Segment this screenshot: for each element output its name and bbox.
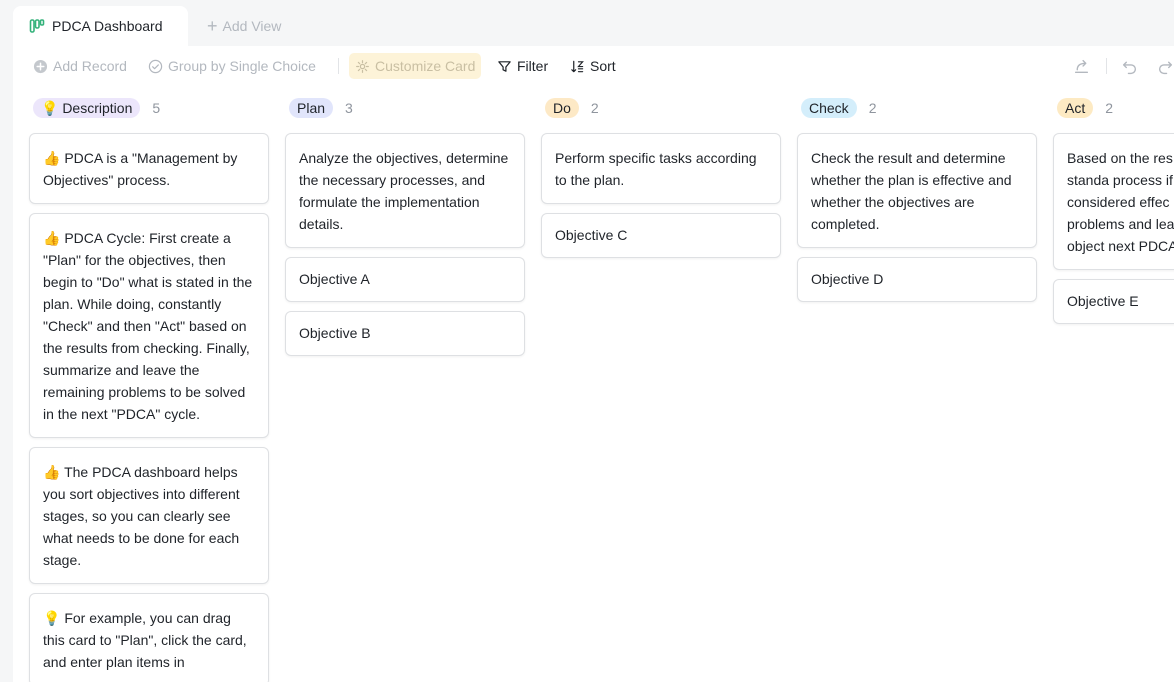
customize-card-button[interactable]: Customize Card: [349, 53, 482, 79]
column-header: Check 2: [797, 96, 1037, 120]
record-card[interactable]: Check the result and determine whether t…: [797, 133, 1037, 248]
toolbar-divider: [1106, 58, 1107, 74]
gear-icon: [356, 59, 369, 73]
record-card[interactable]: Objective B: [285, 311, 525, 356]
kanban-view: Add Record Group by Single Choice Custom…: [13, 46, 1174, 682]
record-card[interactable]: Based on the res checking, standa proces…: [1053, 133, 1174, 270]
group-tag-check: Check: [801, 98, 857, 118]
undo-icon: [1122, 61, 1137, 74]
group-tag-act: Act: [1057, 98, 1094, 118]
column-check: Check 2 Check the result and determine w…: [797, 96, 1037, 311]
record-card[interactable]: Analyze the objectives, determine the ne…: [285, 133, 525, 248]
share-button[interactable]: [1073, 53, 1095, 79]
record-card[interactable]: Objective A: [285, 257, 525, 302]
add-view-label: Add View: [222, 18, 282, 34]
column-act: Act 2 Based on the res checking, standa …: [1053, 96, 1174, 333]
column-header: Do 2: [541, 96, 781, 120]
share-icon: [1074, 59, 1089, 73]
record-card[interactable]: 👍 The PDCA dashboard helps you sort obje…: [29, 447, 269, 584]
sort-button[interactable]: Sort: [570, 53, 616, 79]
group-tag-plan: Plan: [289, 98, 334, 118]
toolbar-divider: [338, 58, 339, 74]
record-count: 2: [1105, 100, 1114, 116]
group-by-label: Group by Single Choice: [168, 58, 316, 74]
sort-label: Sort: [590, 58, 616, 74]
record-card[interactable]: Objective C: [541, 213, 781, 258]
customize-card-label: Customize Card: [375, 58, 476, 74]
column-plan: Plan 3 Analyze the objectives, determine…: [285, 96, 525, 365]
group-by-button[interactable]: Group by Single Choice: [148, 53, 316, 79]
column-header: 💡 Description 5: [29, 96, 269, 120]
column-description: 💡 Description 5 👍 PDCA is a "Management …: [29, 96, 269, 682]
redo-button[interactable]: [1157, 53, 1174, 79]
tab-pdca-dashboard[interactable]: PDCA Dashboard: [13, 6, 188, 46]
column-header: Plan 3: [285, 96, 525, 120]
record-card[interactable]: 💡 For example, you can drag this card to…: [29, 593, 269, 682]
record-card[interactable]: 👍 PDCA is a "Management by Objectives" p…: [29, 133, 269, 204]
plus-icon: +: [207, 16, 218, 36]
add-record-label: Add Record: [53, 58, 127, 74]
kanban-icon: [29, 18, 45, 34]
column-do: Do 2 Perform specific tasks according to…: [541, 96, 781, 267]
column-header: Act 2: [1053, 96, 1174, 120]
record-card[interactable]: Objective D: [797, 257, 1037, 302]
check-circle-icon: [148, 59, 163, 73]
filter-button[interactable]: Filter: [497, 53, 548, 79]
group-tag-do: Do: [545, 98, 579, 118]
record-count: 2: [868, 100, 877, 116]
redo-icon: [1158, 61, 1173, 74]
add-circle-icon: [33, 59, 48, 73]
sort-icon: [571, 60, 584, 72]
filter-label: Filter: [517, 58, 549, 74]
record-card[interactable]: Perform specific tasks according to the …: [541, 133, 781, 204]
filter-icon: [498, 60, 511, 72]
toolbar: Add Record Group by Single Choice Custom…: [13, 46, 1174, 86]
group-tag-description: 💡 Description: [33, 98, 141, 118]
add-record-button[interactable]: Add Record: [33, 53, 127, 79]
view-tab-bar: PDCA Dashboard + Add View: [0, 0, 1174, 46]
undo-button[interactable]: [1121, 53, 1143, 79]
add-view-button[interactable]: + Add View: [207, 16, 281, 36]
tab-label: PDCA Dashboard: [52, 18, 163, 34]
record-count: 3: [345, 100, 353, 116]
record-count: 2: [590, 100, 599, 116]
record-card[interactable]: Objective E: [1053, 279, 1174, 324]
record-count: 5: [152, 100, 161, 116]
record-card[interactable]: 👍 PDCA Cycle: First create a "Plan" for …: [29, 213, 269, 438]
